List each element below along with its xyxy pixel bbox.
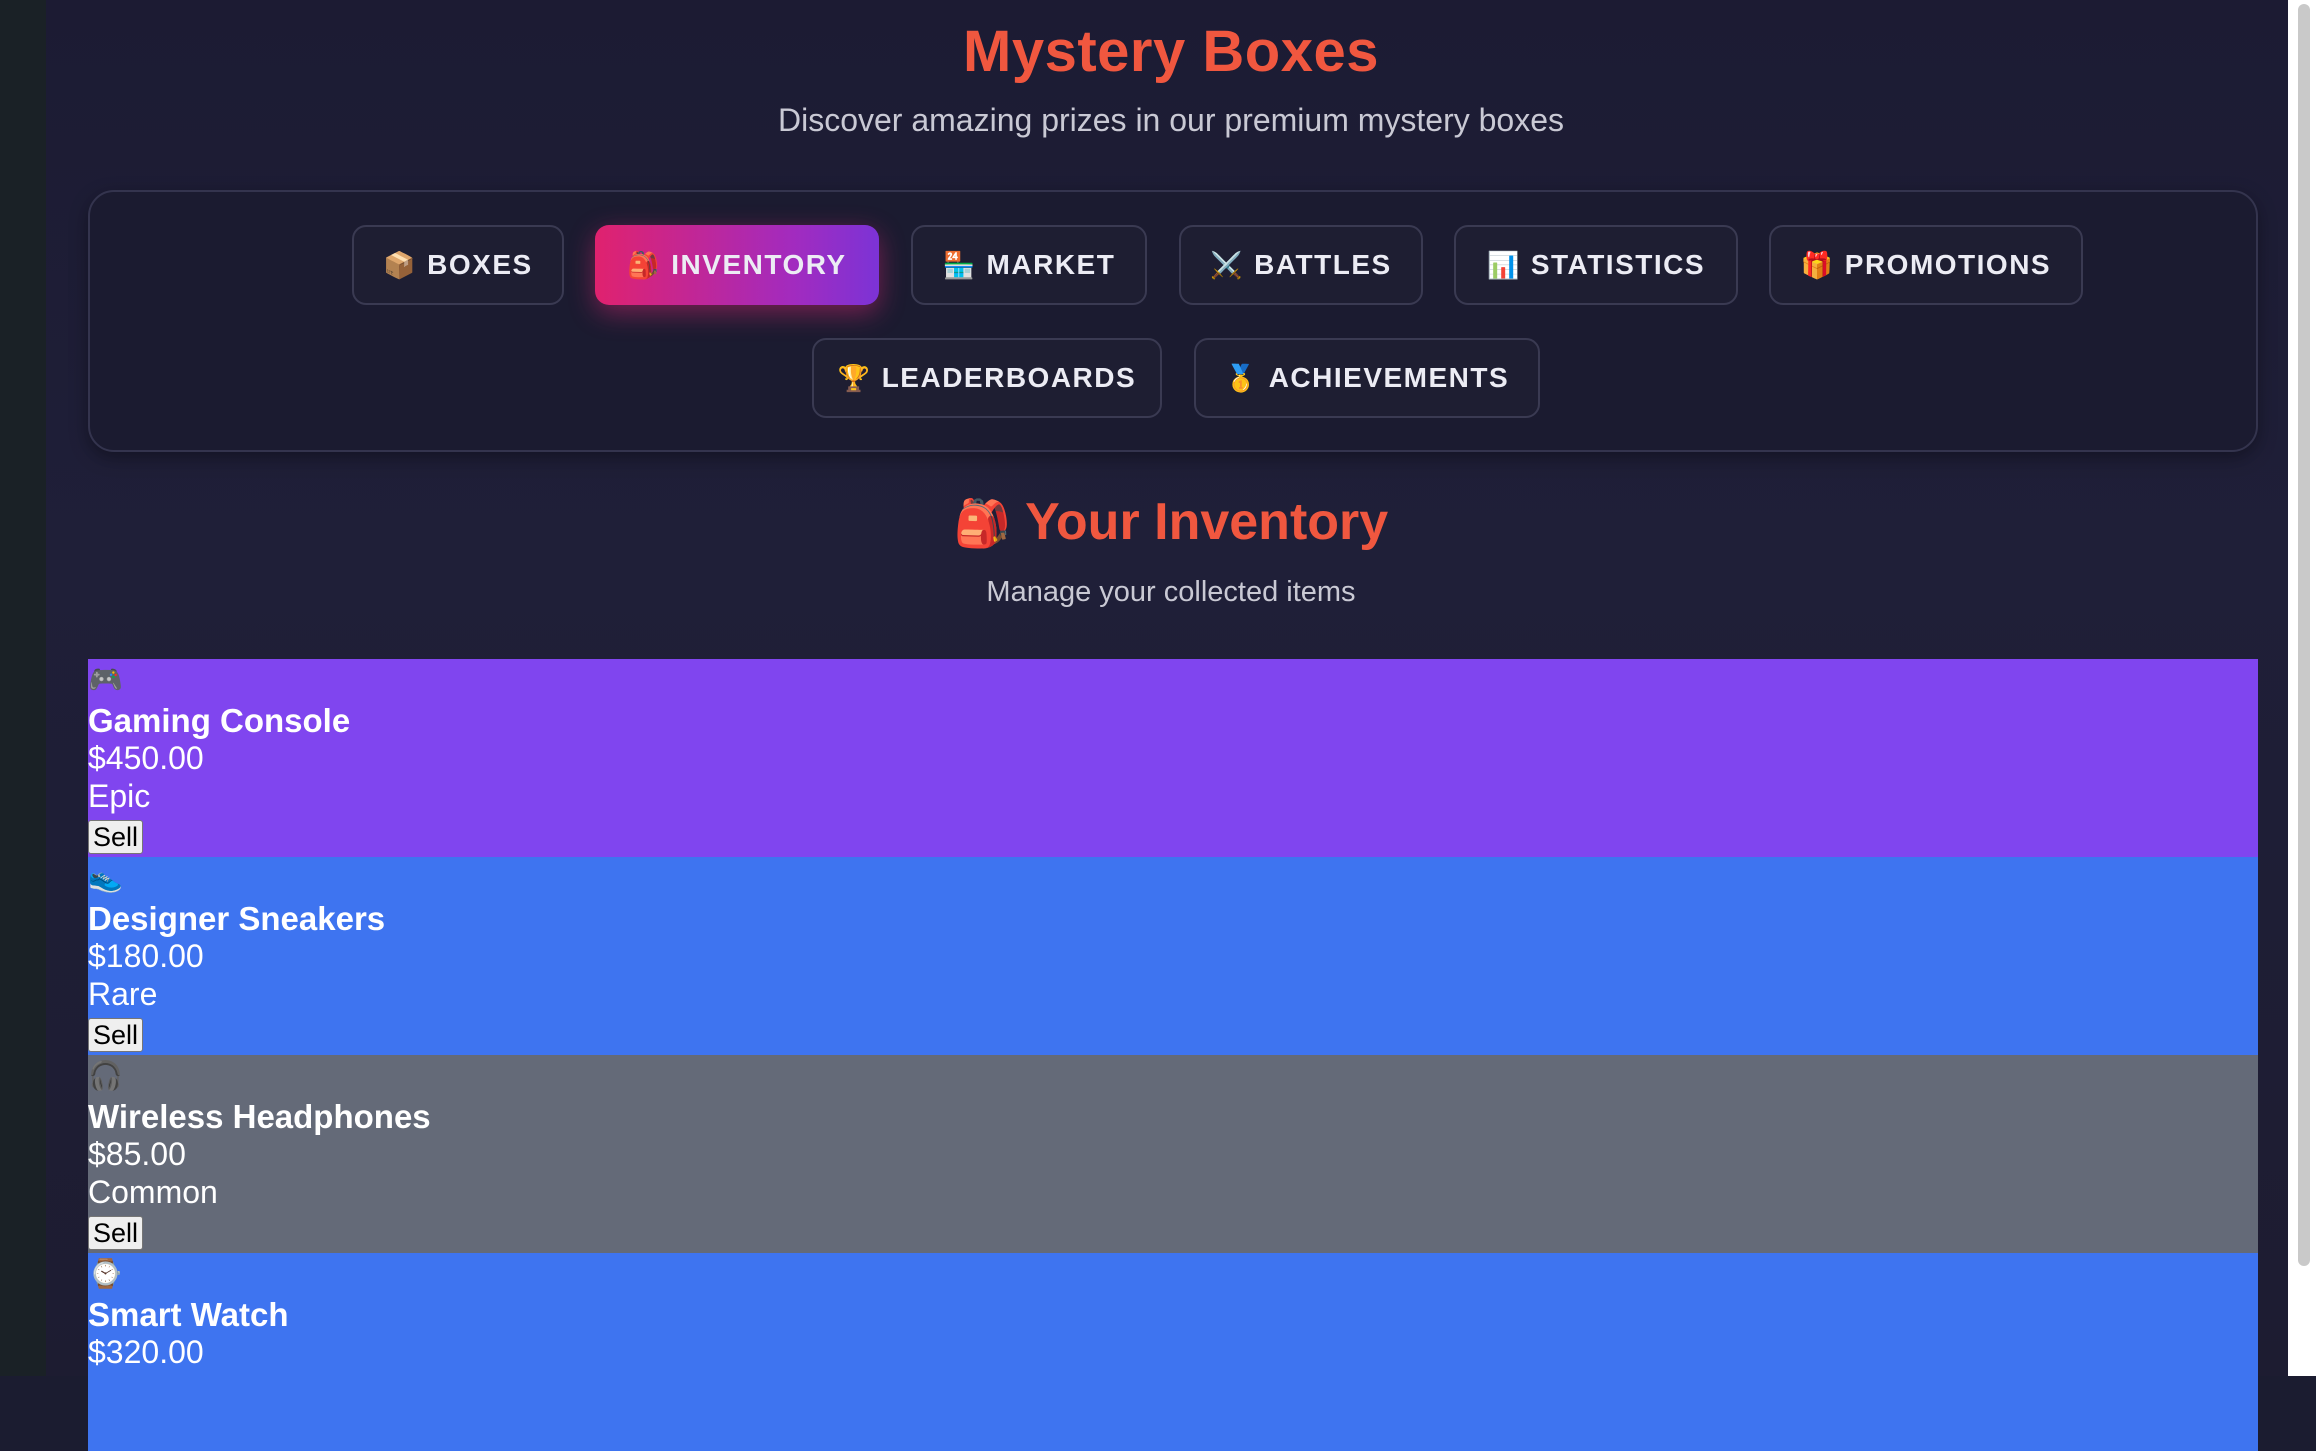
item-price: $320.00	[88, 1334, 204, 1370]
scrollbar-thumb[interactable]	[2298, 4, 2310, 1266]
item-name: Designer Sneakers	[88, 900, 386, 937]
tab-label: INVENTORY	[671, 249, 847, 280]
section-title: 🎒 Your Inventory	[46, 492, 2296, 552]
scrollbar[interactable]	[2288, 0, 2316, 1376]
item-price: $450.00	[88, 740, 204, 776]
trophy-icon: 🏆	[837, 362, 872, 393]
store-icon: 🏪	[942, 249, 977, 280]
tab-label: BATTLES	[1254, 249, 1392, 280]
item-name: Smart Watch	[88, 1296, 289, 1333]
tab-battles[interactable]: ⚔️ BATTLES	[1179, 225, 1423, 305]
page-title: Mystery Boxes	[963, 19, 1379, 84]
gift-icon: 🎁	[1800, 249, 1835, 280]
sell-button[interactable]: Sell	[88, 820, 144, 854]
tab-label: LEADERBOARDS	[881, 362, 1137, 393]
tab-label: MARKET	[986, 249, 1116, 280]
item-rarity: Epic	[88, 778, 151, 814]
tab-inventory[interactable]: 🎒 INVENTORY	[595, 225, 879, 305]
box-icon: 📦	[383, 249, 418, 280]
tab-label: STATISTICS	[1530, 249, 1706, 280]
backpack-icon: 🎒	[953, 497, 1012, 549]
tab-market[interactable]: 🏪 MARKET	[911, 225, 1147, 305]
tab-boxes[interactable]: 📦 BOXES	[352, 225, 564, 305]
item-price: $180.00	[88, 938, 204, 974]
tab-label: BOXES	[427, 249, 533, 280]
item-name: Gaming Console	[88, 702, 351, 739]
list-item: 🎧 Wireless Headphones $85.00 Common Sell	[88, 1055, 2258, 1253]
inventory-list: 🎮 Gaming Console $450.00 Epic Sell 👟 Des…	[88, 659, 2258, 1451]
list-item: 🎮 Gaming Console $450.00 Epic Sell	[88, 659, 2258, 857]
list-item: ⌚ Smart Watch $320.00	[88, 1253, 2258, 1451]
app-page: Mystery Boxes Discover amazing prizes in…	[46, 0, 2288, 1451]
side-strip	[0, 0, 46, 1376]
item-name: Wireless Headphones	[88, 1098, 431, 1135]
sneaker-icon: 👟	[88, 862, 123, 893]
item-rarity: Common	[88, 1174, 218, 1210]
crossed-swords-icon: ⚔️	[1210, 249, 1245, 280]
game-controller-icon: 🎮	[88, 664, 123, 695]
sell-button[interactable]: Sell	[88, 1216, 144, 1250]
medal-icon: 🥇	[1224, 362, 1259, 393]
page-subtitle: Discover amazing prizes in our premium m…	[777, 102, 1565, 138]
section-subtitle: Manage your collected items	[986, 576, 1356, 608]
bar-chart-icon: 📊	[1486, 249, 1521, 280]
sell-button[interactable]: Sell	[88, 1018, 144, 1052]
headphones-icon: 🎧	[88, 1060, 123, 1091]
item-price: $85.00	[88, 1136, 186, 1172]
tab-promotions[interactable]: 🎁 PROMOTIONS	[1769, 225, 2083, 305]
tab-achievements[interactable]: 🥇 ACHIEVEMENTS	[1194, 338, 1540, 418]
item-rarity: Rare	[88, 976, 158, 1012]
tab-label: ACHIEVEMENTS	[1268, 362, 1510, 393]
watch-icon: ⌚	[88, 1258, 123, 1289]
tab-label: PROMOTIONS	[1844, 249, 2052, 280]
tab-statistics[interactable]: 📊 STATISTICS	[1454, 225, 1738, 305]
list-item: 👟 Designer Sneakers $180.00 Rare Sell	[88, 857, 2258, 1055]
section-title-text: Your Inventory	[1025, 493, 1389, 551]
tab-leaderboards[interactable]: 🏆 LEADERBOARDS	[812, 338, 1162, 418]
backpack-icon: 🎒	[627, 249, 662, 280]
nav-panel: 📦 BOXES 🎒 INVENTORY 🏪 MARKET ⚔️ BATTLES …	[88, 190, 2258, 452]
